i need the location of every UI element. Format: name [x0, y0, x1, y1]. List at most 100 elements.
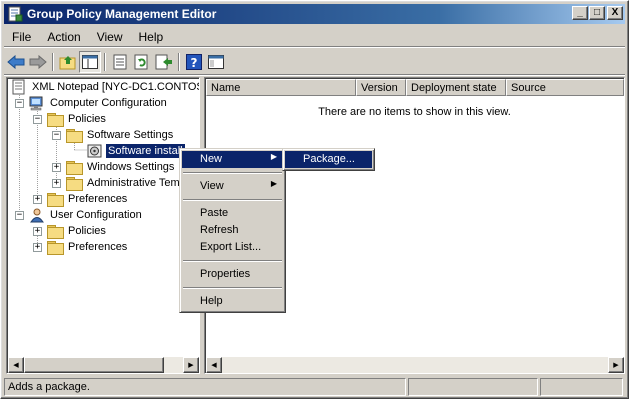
scroll-right-button[interactable]: ▶: [183, 357, 199, 373]
column-source[interactable]: Source: [506, 79, 624, 96]
close-button[interactable]: X: [607, 6, 623, 20]
app-window: Group Policy Management Editor _ □ X Fil…: [0, 0, 629, 399]
tree-label: XML Notepad [NYC-DC1.CONTOSO: [32, 81, 200, 93]
folder-icon: [47, 192, 64, 207]
column-version[interactable]: Version: [356, 79, 406, 96]
arrow-right-icon: ▶: [188, 362, 194, 369]
up-one-level-button[interactable]: [57, 51, 79, 73]
menu-item-label: New: [200, 153, 223, 165]
refresh-icon: [134, 54, 148, 70]
tree-item-policies[interactable]: Policies: [47, 111, 108, 127]
folder-icon: [47, 112, 64, 127]
menu-item-package[interactable]: Package...: [285, 151, 372, 168]
arrow-right-icon: ▶: [613, 362, 619, 369]
forward-button[interactable]: [27, 51, 49, 73]
policy-editor-icon: [7, 6, 23, 22]
menu-item-properties[interactable]: Properties: [182, 266, 283, 283]
menu-separator: [183, 287, 282, 289]
expand-toggle[interactable]: +: [33, 195, 42, 204]
show-hide-tree-icon: [82, 55, 98, 69]
tree-item-preferences[interactable]: Preferences: [47, 191, 129, 207]
menu-item-new[interactable]: New ▶: [182, 151, 283, 168]
menu-item-view[interactable]: View ▶: [182, 178, 283, 195]
expand-toggle[interactable]: +: [33, 243, 42, 252]
context-menu: New ▶ View ▶ Paste Refresh Export List... …: [179, 148, 286, 313]
arrow-left-icon: ◀: [13, 362, 19, 369]
status-text: Adds a package.: [4, 378, 406, 396]
collapse-toggle[interactable]: −: [33, 115, 42, 124]
collapse-toggle[interactable]: −: [15, 99, 24, 108]
collapse-toggle[interactable]: −: [15, 211, 24, 220]
tree-item-user-configuration[interactable]: User Configuration: [29, 207, 144, 223]
tree-item-administrative-templates[interactable]: Administrative Tem: [66, 175, 182, 191]
software-install-icon: [87, 144, 102, 158]
status-bar: Adds a package.: [4, 378, 625, 397]
tree-item-user-preferences[interactable]: Preferences: [47, 239, 129, 255]
tree-horizontal-scrollbar[interactable]: ◀ ▶: [8, 357, 199, 373]
export-list-button[interactable]: [153, 51, 175, 73]
scrollbar-thumb[interactable]: [24, 357, 164, 373]
menu-action[interactable]: Action: [39, 28, 88, 46]
menu-separator: [183, 199, 282, 201]
folder-icon: [66, 128, 83, 143]
close-icon: X: [611, 7, 619, 18]
tree-item-user-policies[interactable]: Policies: [47, 223, 108, 239]
scroll-right-button[interactable]: ▶: [608, 357, 624, 373]
folder-icon: [66, 176, 83, 191]
tree-label: Policies: [68, 225, 106, 237]
expand-toggle[interactable]: +: [33, 227, 42, 236]
svg-text:?: ?: [191, 56, 198, 70]
menu-item-help[interactable]: Help: [182, 293, 283, 310]
menu-help[interactable]: Help: [131, 28, 172, 46]
menu-item-paste[interactable]: Paste: [182, 205, 283, 222]
empty-list-message: There are no items to show in this view.: [318, 106, 511, 118]
new-submenu: Package...: [282, 148, 375, 171]
up-folder-icon: [59, 56, 76, 70]
user-icon: [30, 208, 44, 223]
title-bar[interactable]: Group Policy Management Editor _ □ X: [4, 4, 625, 24]
minimize-icon: _: [577, 7, 583, 18]
menu-separator: [183, 260, 282, 262]
export-list-icon: [155, 54, 172, 70]
menu-file[interactable]: File: [4, 28, 39, 46]
toolbar-bottom-separator: [4, 74, 625, 76]
console-tree-pane[interactable]: XML Notepad [NYC-DC1.CONTOSO − Computer …: [6, 77, 200, 374]
toolbar-separator: [104, 53, 106, 71]
status-panel: [408, 378, 538, 396]
tree-label: Preferences: [68, 193, 128, 205]
column-deployment-state[interactable]: Deployment state: [406, 79, 506, 96]
scroll-left-button[interactable]: ◀: [8, 357, 24, 373]
back-button[interactable]: [5, 51, 27, 73]
tree-root[interactable]: XML Notepad [NYC-DC1.CONTOSO: [11, 79, 200, 95]
column-name[interactable]: Name: [206, 79, 356, 96]
expand-toggle[interactable]: +: [52, 179, 61, 188]
folder-icon: [47, 224, 64, 239]
menu-item-export-list[interactable]: Export List...: [182, 239, 283, 256]
minimize-button[interactable]: _: [572, 6, 588, 20]
help-icon: ?: [186, 54, 202, 70]
submenu-arrow-icon: ▶: [270, 152, 277, 161]
show-hide-tree-button[interactable]: [79, 51, 101, 73]
tree-item-windows-settings[interactable]: Windows Settings: [66, 159, 176, 175]
toolbar-separator: [52, 53, 54, 71]
computer-icon: [29, 96, 43, 110]
refresh-button[interactable]: [131, 51, 153, 73]
help-button[interactable]: ?: [183, 51, 205, 73]
tree-item-computer-configuration[interactable]: Computer Configuration: [29, 95, 169, 111]
list-horizontal-scrollbar[interactable]: ◀ ▶: [206, 357, 624, 373]
maximize-button[interactable]: □: [589, 6, 605, 20]
tree-label: Administrative Tem: [87, 177, 180, 189]
menu-item-refresh[interactable]: Refresh: [182, 222, 283, 239]
expand-toggle[interactable]: +: [52, 163, 61, 172]
tree-item-software-settings[interactable]: Software Settings: [66, 127, 175, 143]
tree-label: Software Settings: [87, 129, 174, 141]
column-header: Name Version Deployment state Source: [206, 79, 624, 96]
collapse-toggle[interactable]: −: [52, 131, 61, 140]
menu-bar: File Action View Help: [4, 28, 171, 46]
properties-button[interactable]: [109, 51, 131, 73]
console-tree-button[interactable]: [205, 51, 227, 73]
menu-view[interactable]: View: [89, 28, 131, 46]
status-panel: [540, 378, 623, 396]
scroll-left-button[interactable]: ◀: [206, 357, 222, 373]
tree-item-software-installation[interactable]: Software install: [87, 143, 185, 159]
